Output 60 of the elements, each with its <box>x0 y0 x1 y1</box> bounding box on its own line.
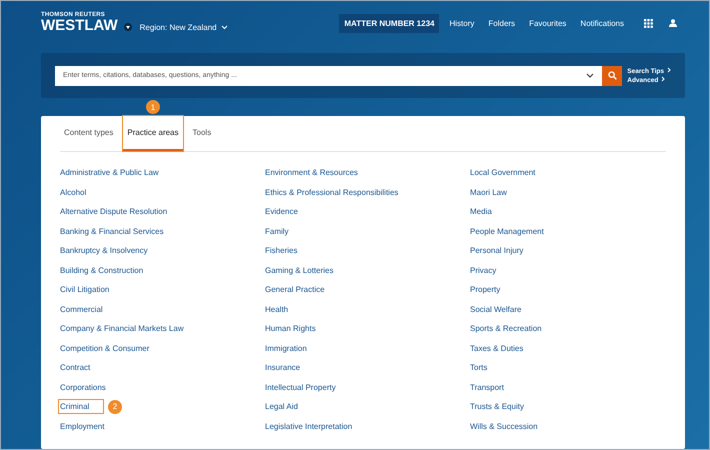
practice-area-link[interactable]: Personal Injury <box>470 246 524 256</box>
practice-area-link[interactable]: Local Government <box>470 168 536 178</box>
practice-area-link[interactable]: Intellectual Property <box>265 382 336 392</box>
search-button[interactable] <box>602 66 622 86</box>
practice-area-link[interactable]: Maori Law <box>470 188 507 197</box>
practice-area-link[interactable]: Commercial <box>60 304 103 314</box>
step-badge: 2 <box>108 400 122 414</box>
practice-area-link[interactable]: Health <box>265 304 288 314</box>
practice-area-link[interactable]: Insurance <box>265 363 300 372</box>
practice-area-link[interactable]: Bankruptcy & Insolvency <box>60 246 148 256</box>
practice-area-link[interactable]: Immigration <box>265 344 307 353</box>
practice-area-link[interactable]: Environment & Resources <box>265 168 358 178</box>
practice-area-link[interactable]: Alcohol <box>60 188 86 197</box>
dropdown-icon[interactable] <box>124 23 132 31</box>
search-icon <box>608 71 617 80</box>
nav-link[interactable]: Notifications <box>580 18 624 28</box>
practice-area-link[interactable]: Transport <box>470 382 504 392</box>
practice-area-link[interactable]: Evidence <box>265 207 298 216</box>
user-icon[interactable] <box>669 19 677 27</box>
practice-area-link[interactable]: Competition & Consumer <box>60 344 150 353</box>
practice-area-link[interactable]: Family <box>265 226 289 236</box>
practice-area-link[interactable]: Contract <box>60 363 90 372</box>
practice-area-link[interactable]: Building & Construction <box>60 266 144 275</box>
practice-area-link[interactable]: Employment <box>60 422 104 431</box>
practice-area-link[interactable]: Criminal <box>59 400 104 414</box>
practice-area-link[interactable]: General Practice <box>265 285 325 294</box>
nav-link[interactable]: History <box>449 18 474 28</box>
practice-area-link[interactable]: Taxes & Duties <box>470 344 524 353</box>
chevron-down-icon <box>220 24 228 30</box>
practice-area-link[interactable]: Administrative & Public Law <box>60 168 159 178</box>
practice-area-link[interactable]: Privacy <box>470 266 496 275</box>
nav-link[interactable]: Folders <box>488 18 516 28</box>
tab[interactable]: Tools <box>188 116 216 151</box>
practice-area-link[interactable]: Fisheries <box>265 246 298 256</box>
practice-area-link[interactable]: Property <box>470 285 500 294</box>
matter-number-button[interactable]: MATTER NUMBER 1234 <box>339 14 440 32</box>
practice-area-link[interactable]: Banking & Financial Services <box>60 226 164 236</box>
practice-area-link[interactable]: Alternative Dispute Resolution <box>60 207 168 216</box>
practice-area-link[interactable]: Human Rights <box>265 324 316 334</box>
practice-area-link[interactable]: People Management <box>470 226 544 236</box>
practice-area-link[interactable]: Corporations <box>60 382 106 392</box>
product-logo[interactable]: WESTLAW <box>41 18 118 34</box>
practice-area-link[interactable]: Gaming & Lotteries <box>265 266 334 275</box>
tab[interactable]: Content types <box>60 116 118 151</box>
step-badge: 1 <box>146 100 160 114</box>
practice-area-link[interactable]: Social Welfare <box>470 304 522 314</box>
practice-area-link[interactable]: Civil Litigation <box>60 285 110 294</box>
nav-link[interactable]: Favourites <box>529 18 566 28</box>
practice-area-link[interactable]: Company & Financial Markets Law <box>60 324 184 334</box>
practice-area-link[interactable]: Ethics & Professional Responsibilities <box>265 188 398 197</box>
practice-area-link[interactable]: Trusts & Equity <box>470 402 524 412</box>
practice-area-link[interactable]: Media <box>470 207 492 216</box>
practice-area-link[interactable]: Torts <box>470 363 488 372</box>
region-selector[interactable]: Region: New Zealand <box>140 22 228 32</box>
practice-area-link[interactable]: Wills & Succession <box>470 422 538 431</box>
apps-grid-icon[interactable] <box>644 18 653 28</box>
practice-area-link[interactable]: Sports & Recreation <box>470 324 542 334</box>
chevron-down-icon[interactable] <box>586 73 594 78</box>
practice-area-link[interactable]: Legislative Interpretation <box>265 422 352 431</box>
practice-area-link[interactable]: Legal Aid <box>265 402 298 412</box>
